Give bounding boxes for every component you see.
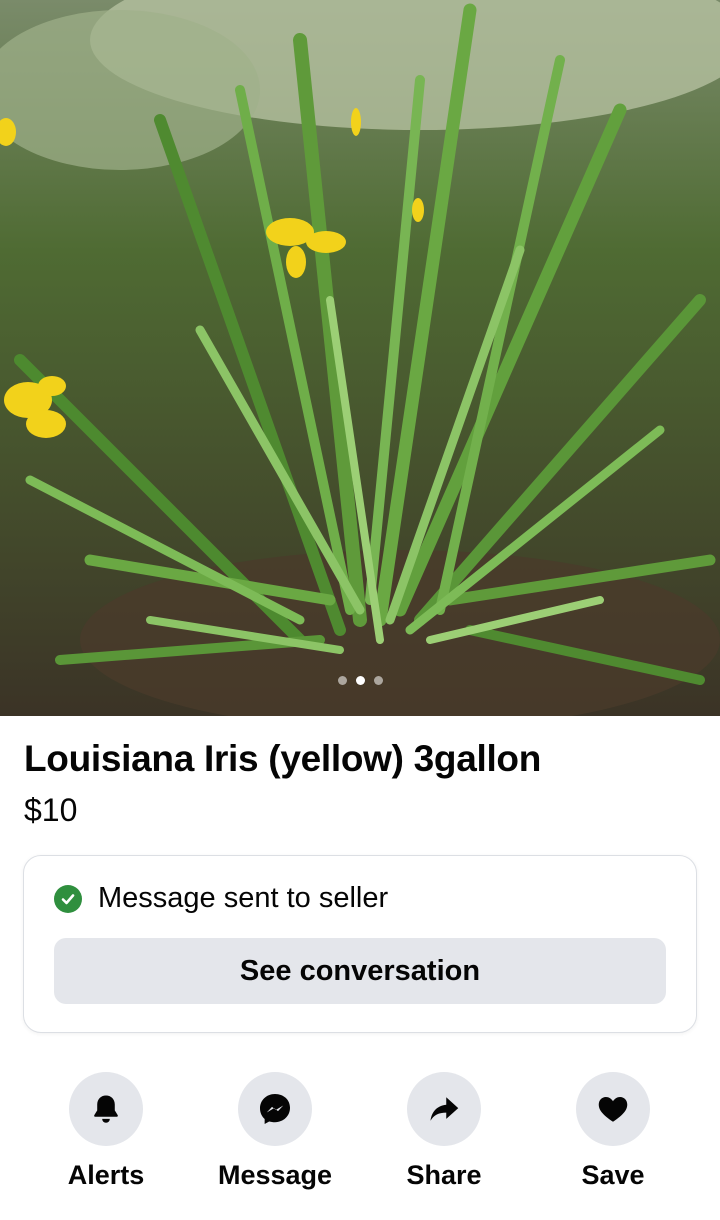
share-label: Share [406, 1160, 482, 1190]
carousel-dots[interactable] [0, 676, 720, 685]
share-arrow-icon [430, 1097, 459, 1121]
save-action[interactable]: Save [538, 1072, 688, 1191]
alerts-button[interactable] [69, 1072, 143, 1146]
alerts-action[interactable]: Alerts [31, 1072, 181, 1191]
heart-icon [598, 1097, 628, 1122]
message-status-text: Message sent to seller [98, 882, 389, 914]
action-bar: Alerts Message Share Save [0, 1072, 720, 1202]
share-action[interactable]: Share [369, 1072, 519, 1191]
save-label: Save [581, 1160, 645, 1190]
check-circle-icon [54, 884, 82, 913]
alerts-label: Alerts [67, 1160, 145, 1190]
message-status-row: Message sent to seller [54, 882, 388, 915]
see-conversation-button[interactable]: See conversation [54, 938, 666, 1004]
carousel-dot[interactable] [337, 676, 347, 685]
listing-photo[interactable] [0, 0, 720, 716]
carousel-dot-active[interactable] [355, 676, 365, 685]
iris-plant-image [0, 0, 720, 716]
listing-title: Louisiana Iris (yellow) 3gallon [24, 738, 542, 779]
messenger-icon [260, 1094, 290, 1124]
bell-icon [94, 1095, 118, 1123]
message-button[interactable] [238, 1072, 312, 1146]
message-action[interactable]: Message [200, 1072, 350, 1191]
save-button[interactable] [576, 1072, 650, 1146]
carousel-dot[interactable] [373, 676, 383, 685]
message-status-card: Message sent to seller See conversation [23, 855, 697, 1033]
message-label: Message [217, 1160, 333, 1190]
share-button[interactable] [407, 1072, 481, 1146]
listing-price: $10 [24, 792, 78, 828]
